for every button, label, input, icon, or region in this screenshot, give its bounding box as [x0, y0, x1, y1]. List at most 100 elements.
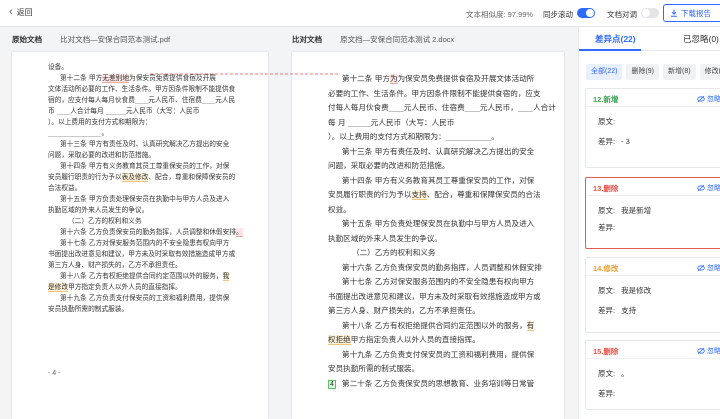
document-line: ）。以上费用的支付方式和期限为： [48, 117, 268, 128]
diff-card-header: 13.删除 忽略 [586, 178, 720, 196]
original-row: 原文: 我是修改 [598, 285, 651, 296]
line-text: 执勤区域的外来人员发生的争议。 [328, 233, 442, 243]
line-text: 文体活动所必要的工作、生活条件。甲方因条件限制不能提供食 [48, 85, 236, 93]
deleted-text-highlight[interactable]: 为 [389, 74, 398, 84]
document-line: 付每人每月伙食费____元人民币、住宿费____元人民币，____人合计 [328, 101, 564, 116]
page-number: - 4 - [48, 370, 61, 377]
document-line: （二）乙方的权利和义务 [328, 246, 564, 261]
diff-row: 差异: - 3 [598, 136, 630, 147]
line-text: （二）乙方的权利和义务 [352, 248, 436, 257]
deleted-text-highlight[interactable]: 。 [236, 228, 243, 237]
line-text: 第十九条 乙方负责支付保安员的工资和福利费用，提供保 [342, 349, 535, 359]
diff-card[interactable]: 15.删除 忽略 原文: 。差异: [585, 340, 720, 410]
diff-card[interactable]: 14.修改 忽略原文: 我是修改 差异: 支持 [585, 257, 720, 333]
line-text: 第三方人身、财产损失的，乙方不承担责任。 [48, 261, 182, 269]
download-report-button[interactable]: 下载报告 [663, 4, 720, 22]
document-line: 第十五条 甲方负责处理保安员在执勤中与甲方人员及进入 [48, 194, 268, 205]
filter-modified[interactable]: 修改(5) [699, 64, 720, 80]
diff-card[interactable]: 12.新增 忽略原文: 差异: - 3 [585, 88, 720, 168]
filter-deleted[interactable]: 删除(9) [626, 64, 660, 80]
line-text: 问题，采取必要的改进和防范措施。 [48, 151, 155, 159]
back-button[interactable]: ‹ 返回 [9, 7, 33, 18]
modified-text-highlight[interactable]: 有 [526, 320, 535, 331]
page-number: 4 [328, 380, 336, 389]
diff-card[interactable]: 13.删除 忽略 原文: 我是新增 差异: [585, 177, 720, 249]
left-doc-label: 原始文档 [12, 35, 42, 44]
doc-compare-label: 文档对调 [607, 10, 637, 19]
diff-card-header: 14.修改 忽略 [586, 258, 720, 276]
eye-off-icon [697, 264, 705, 272]
sync-scroll-toggle[interactable] [577, 8, 595, 18]
tab-differences[interactable]: 差异点(22) [595, 33, 636, 45]
original-document-page[interactable]: 设备。 第十二条 甲方无差别地为保安员免费提供食宿及开展 文体活动所必要的工作、生活… [12, 52, 268, 419]
compare-document-page[interactable]: 第十二条 甲方为为保安员免费提供食宿及开展文体活动所 必要的工作、生活条件。甲方因… [292, 52, 564, 419]
document-line: 第十三条 甲方有责任及时、认真研究解决乙方提出的安全 [48, 139, 268, 150]
document-line: 第三方人身、财产损失的，乙方不承担责任。 [48, 260, 268, 271]
line-text: 第十四条 甲方有义务教育其员工尊重保安员的工作，对保 [342, 175, 535, 185]
ignore-label: 忽略 [707, 185, 720, 192]
right-doc-label: 比对文档 [292, 35, 322, 44]
ignore-button[interactable]: 忽略 [697, 94, 720, 104]
line-text: 第十九条 乙方负责支付保安员的工资和福利费用，提供保 [60, 294, 230, 302]
line-text: 、配合，尊重和保障保安员的合法 [426, 190, 541, 199]
document-line: 合法权益。 [48, 183, 268, 194]
document-line: ________________。 [48, 128, 268, 139]
diff-card-title: 12.新增 [593, 95, 619, 104]
document-line: 书面提出改进意见和建议，甲方未及时采取有效措施造成甲方或 [48, 249, 268, 260]
doc-compare-toggle[interactable] [641, 8, 659, 18]
right-doc-filename: 原文档—安保合同范本测试 2.docx [340, 35, 455, 44]
modified-text-highlight[interactable]: 支持 [411, 190, 427, 200]
line-text: 合法权益。 [48, 184, 82, 192]
modified-text-highlight[interactable]: 表及修改 [121, 173, 149, 182]
document-line: 第十三条 甲方有责任及时、认真研究解决乙方提出的安全 [328, 145, 564, 160]
modified-text-highlight[interactable]: 我 [222, 272, 230, 281]
filter-added[interactable]: 新增(8) [663, 64, 696, 80]
original-row: 原文: 。 [598, 368, 629, 379]
document-line: 必要的工作、生活条件。甲方因条件限制不能提供食宿的，应支 [328, 87, 564, 102]
left-doc-header: 原始文档 比对文档—安保合同范本测试.pdf [12, 34, 170, 45]
diff-value: - 3 [621, 137, 630, 146]
line-text: 甲方指定负责人以外人员的直接指挥。 [350, 335, 480, 344]
diff-card-title: 13.删除 [593, 184, 619, 193]
ignore-button[interactable]: 忽略 [697, 183, 720, 193]
ignore-label: 忽略 [707, 96, 720, 103]
tab-ignored[interactable]: 已忽略(0) [683, 33, 719, 45]
modified-text-highlight[interactable]: 权拒绝 [328, 335, 351, 345]
document-line: ）。以上费用的支付方式和期限为：____________。 [328, 130, 564, 145]
deleted-text-highlight[interactable]: 无差别地 [102, 74, 130, 83]
line-text: 币 ____人合计每月 ______元人民币（大写：人民币 [48, 107, 200, 115]
document-line: 第十六条 乙方负责保安员的勤务指挥，人员调整和休假安排。 [48, 227, 268, 238]
line-text: 第十三条 甲方有责任及时、认真研究解决乙方提出的安全 [342, 146, 535, 156]
line-text: 第十八条 乙方有权拒绝提供合同约定范围以外的服务， [342, 320, 527, 330]
line-text: 必要的工作、生活条件。甲方因条件限制不能提供食宿的，应支 [328, 88, 541, 98]
ignore-button[interactable]: 忽略 [697, 263, 720, 273]
diff-card-title: 15.删除 [593, 347, 619, 356]
line-text: 权益。 [328, 204, 351, 214]
original-row: 原文: 我是新增 [598, 205, 651, 216]
line-text: 第十七条 乙方对保安服务范围内的不安全隐患有权向甲方 [60, 239, 230, 247]
line-text: 付每人每月伙食费____元人民币、住宿费____元人民币，____人合计 [328, 103, 556, 112]
diff-card-header: 12.新增 忽略 [586, 89, 720, 107]
diff-row: 差异: 支持 [598, 305, 636, 316]
document-line: 设备。 [48, 62, 268, 73]
line-text: 第十六条 乙方负责保安员的勤务指挥，人员调整和休假安排 [60, 228, 236, 236]
line-text: 每 月 ______元人民币（大写：人民币 [328, 117, 455, 127]
line-text: 执勤区域的外来人员发生的争议。 [48, 206, 149, 214]
document-line: 第二十条 乙方负责保安员的思想教育、业务培训等日常管 [328, 377, 564, 392]
similarity-text: 文本相似度: 97.99% [466, 10, 534, 19]
modified-text-highlight[interactable]: 是修改 [48, 283, 69, 292]
eye-off-icon [697, 95, 705, 103]
filter-all[interactable]: 全部(22) [586, 64, 623, 80]
document-line: 安员履行职责的行为予以支持、配合，尊重和保障保安员的合法 [328, 188, 564, 203]
original-value: 。 [621, 369, 629, 378]
sidebar-tabs: 差异点(22) 已忽略(0) [579, 27, 720, 51]
diff-key: 差异: [598, 137, 616, 146]
document-line: 执勤区域的外来人员发生的争议。 [48, 205, 268, 216]
original-key: 原文: [598, 117, 616, 126]
document-line: 第十八条 乙方有权拒绝提供合同约定范围以外的服务，我 [48, 271, 268, 282]
line-text: 第三方人身、财产损失的，乙方不承担责任。 [328, 306, 480, 315]
original-document-text: 设备。 第十二条 甲方无差别地为保安员免费提供食宿及开展 文体活动所必要的工作、生活… [48, 62, 268, 315]
ignore-button[interactable]: 忽略 [697, 346, 720, 356]
line-text: 第十七条 乙方对保安服务范围内的不安全隐患有权向甲方 [342, 277, 535, 286]
ignore-label: 忽略 [707, 265, 720, 272]
